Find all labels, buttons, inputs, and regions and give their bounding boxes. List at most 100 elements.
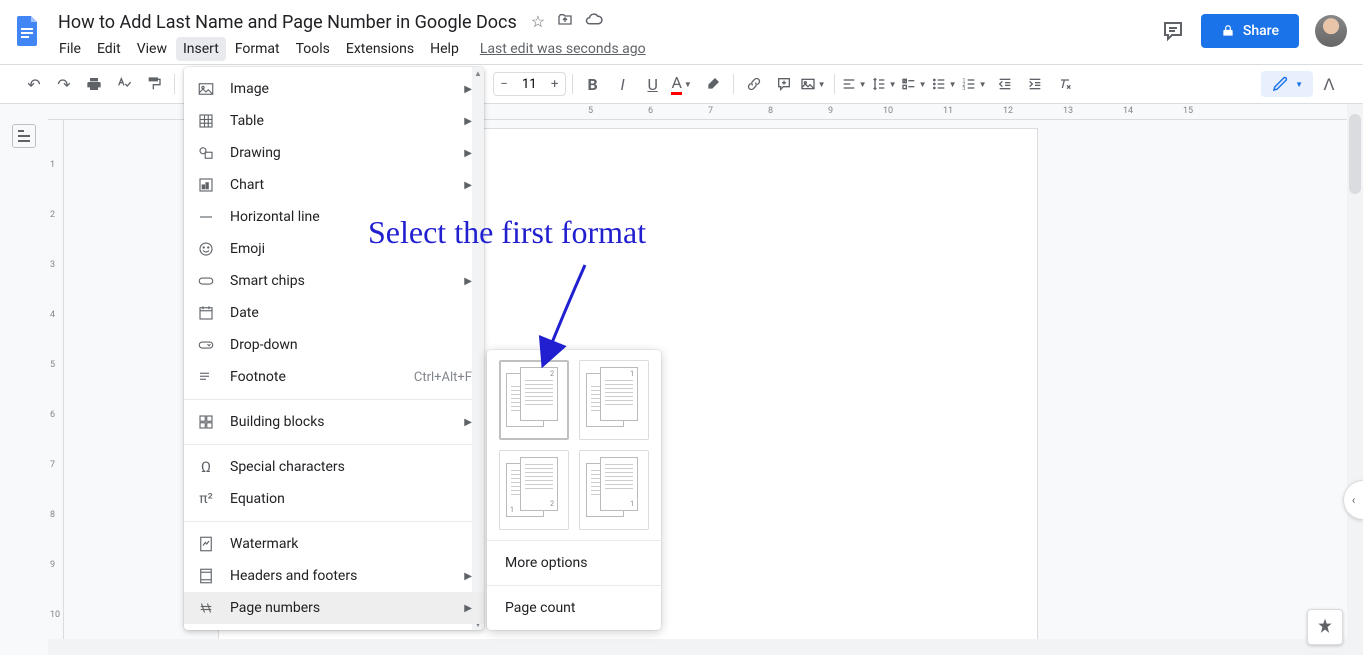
horizontal-line-icon — [196, 207, 216, 227]
insert-drawing-item[interactable]: Drawing▶ — [184, 137, 484, 169]
page-number-format-footer-all[interactable]: 1 2 — [499, 450, 569, 530]
account-avatar[interactable] — [1315, 15, 1347, 47]
footnote-shortcut: Ctrl+Alt+F — [414, 370, 472, 385]
page-numbers-icon — [196, 598, 216, 618]
menu-divider — [184, 521, 484, 522]
headers-footers-icon — [196, 566, 216, 586]
move-icon[interactable] — [557, 12, 573, 32]
editing-mode-button[interactable]: ▼ — [1261, 71, 1313, 97]
font-size-decrease[interactable]: − — [494, 73, 514, 95]
insert-image-button[interactable]: ▼ — [800, 70, 828, 98]
insert-building-blocks-item[interactable]: Building blocks▶ — [184, 406, 484, 438]
special-characters-icon: Ω — [196, 457, 216, 477]
submenu-arrow-icon: ▶ — [464, 116, 472, 127]
drawing-icon — [196, 143, 216, 163]
watermark-icon — [196, 534, 216, 554]
insert-equation-item[interactable]: π²Equation — [184, 483, 484, 515]
submenu-arrow-icon: ▶ — [464, 84, 472, 95]
page-numbers-submenu: 1 2 1 1 2 1 More options Page count — [487, 350, 661, 630]
page-count-item[interactable]: Page count — [487, 586, 661, 630]
footnote-icon — [196, 367, 216, 387]
insert-emoji-item[interactable]: Emoji — [184, 233, 484, 265]
explore-button[interactable] — [1307, 609, 1343, 645]
font-size-value[interactable]: 11 — [514, 77, 545, 92]
insert-footnote-item[interactable]: FootnoteCtrl+Alt+F — [184, 361, 484, 393]
menu-tools[interactable]: Tools — [289, 37, 337, 61]
menu-view[interactable]: View — [130, 37, 174, 61]
submenu-arrow-icon: ▶ — [464, 417, 472, 428]
submenu-arrow-icon: ▶ — [464, 603, 472, 614]
underline-button[interactable]: U — [639, 70, 667, 98]
menu-extensions[interactable]: Extensions — [339, 37, 421, 61]
menu-file[interactable]: File — [52, 37, 88, 61]
vertical-scrollbar[interactable] — [1347, 104, 1363, 655]
building-blocks-icon — [196, 412, 216, 432]
print-button[interactable] — [80, 70, 108, 98]
highlight-button[interactable] — [699, 70, 727, 98]
insert-watermark-item[interactable]: Watermark — [184, 528, 484, 560]
comment-history-icon[interactable] — [1161, 19, 1185, 43]
align-button[interactable]: ▼ — [841, 70, 869, 98]
menu-edit[interactable]: Edit — [90, 37, 128, 61]
insert-chart-item[interactable]: Chart▶ — [184, 169, 484, 201]
paint-format-button[interactable] — [140, 70, 168, 98]
add-comment-button[interactable] — [770, 70, 798, 98]
clear-formatting-button[interactable] — [1051, 70, 1079, 98]
menu-divider — [184, 444, 484, 445]
menu-format[interactable]: Format — [228, 37, 287, 61]
star-icon[interactable]: ☆ — [531, 12, 545, 32]
hide-menus-button[interactable]: ᐱ — [1315, 70, 1343, 98]
document-title[interactable]: How to Add Last Name and Page Number in … — [52, 10, 523, 35]
svg-text:3: 3 — [962, 86, 965, 92]
last-edit-link[interactable]: Last edit was seconds ago — [480, 41, 646, 57]
share-button[interactable]: Share — [1201, 14, 1299, 48]
vertical-ruler[interactable]: 1 2 3 4 5 6 7 8 9 10 11 — [48, 120, 64, 655]
redo-button[interactable]: ↷ — [50, 70, 78, 98]
numbered-list-button[interactable]: 123▼ — [961, 70, 989, 98]
insert-date-item[interactable]: Date — [184, 297, 484, 329]
date-icon — [196, 303, 216, 323]
horizontal-scrollbar[interactable] — [48, 639, 1347, 655]
insert-headers-footers-item[interactable]: Headers and footers▶ — [184, 560, 484, 592]
submenu-arrow-icon: ▶ — [464, 148, 472, 159]
equation-icon: π² — [196, 489, 216, 509]
increase-indent-button[interactable] — [1021, 70, 1049, 98]
italic-button[interactable]: I — [609, 70, 637, 98]
table-icon — [196, 111, 216, 131]
insert-table-item[interactable]: Table▶ — [184, 105, 484, 137]
decrease-indent-button[interactable] — [991, 70, 1019, 98]
cloud-status-icon[interactable] — [585, 12, 603, 32]
submenu-arrow-icon: ▶ — [464, 276, 472, 287]
image-icon — [196, 79, 216, 99]
line-spacing-button[interactable]: ▼ — [871, 70, 899, 98]
checklist-button[interactable]: ▼ — [901, 70, 929, 98]
insert-image-item[interactable]: Image▶ — [184, 73, 484, 105]
insert-dropdown-menu: ▲ ▼ Image▶ Table▶ Drawing▶ Chart▶ Horizo… — [184, 67, 484, 630]
emoji-icon — [196, 239, 216, 259]
bold-button[interactable]: B — [579, 70, 607, 98]
page-numbers-more-options[interactable]: More options — [487, 541, 661, 585]
menu-insert[interactable]: Insert — [176, 37, 226, 61]
page-number-format-header-skip-first[interactable]: 1 — [579, 360, 649, 440]
submenu-arrow-icon: ▶ — [464, 571, 472, 582]
insert-horizontal-line-item[interactable]: Horizontal line — [184, 201, 484, 233]
show-outline-button[interactable] — [12, 124, 36, 148]
page-number-format-header-all[interactable]: 1 2 — [499, 360, 569, 440]
menu-help[interactable]: Help — [423, 37, 466, 61]
spellcheck-button[interactable] — [110, 70, 138, 98]
dropdown-icon — [196, 335, 216, 355]
font-size-control[interactable]: − 11 + — [493, 72, 566, 96]
insert-page-numbers-item[interactable]: Page numbers▶ — [184, 592, 484, 624]
share-label: Share — [1243, 23, 1279, 39]
font-size-increase[interactable]: + — [545, 73, 565, 95]
insert-smart-chips-item[interactable]: Smart chips▶ — [184, 265, 484, 297]
page-number-format-footer-skip-first[interactable]: 1 — [579, 450, 649, 530]
text-color-button[interactable]: A▼ — [669, 70, 697, 98]
bulleted-list-button[interactable]: ▼ — [931, 70, 959, 98]
chart-icon — [196, 175, 216, 195]
insert-dropdown-item[interactable]: Drop-down — [184, 329, 484, 361]
insert-special-characters-item[interactable]: ΩSpecial characters — [184, 451, 484, 483]
insert-link-button[interactable] — [740, 70, 768, 98]
undo-button[interactable]: ↶ — [20, 70, 48, 98]
google-docs-logo[interactable] — [8, 10, 48, 50]
